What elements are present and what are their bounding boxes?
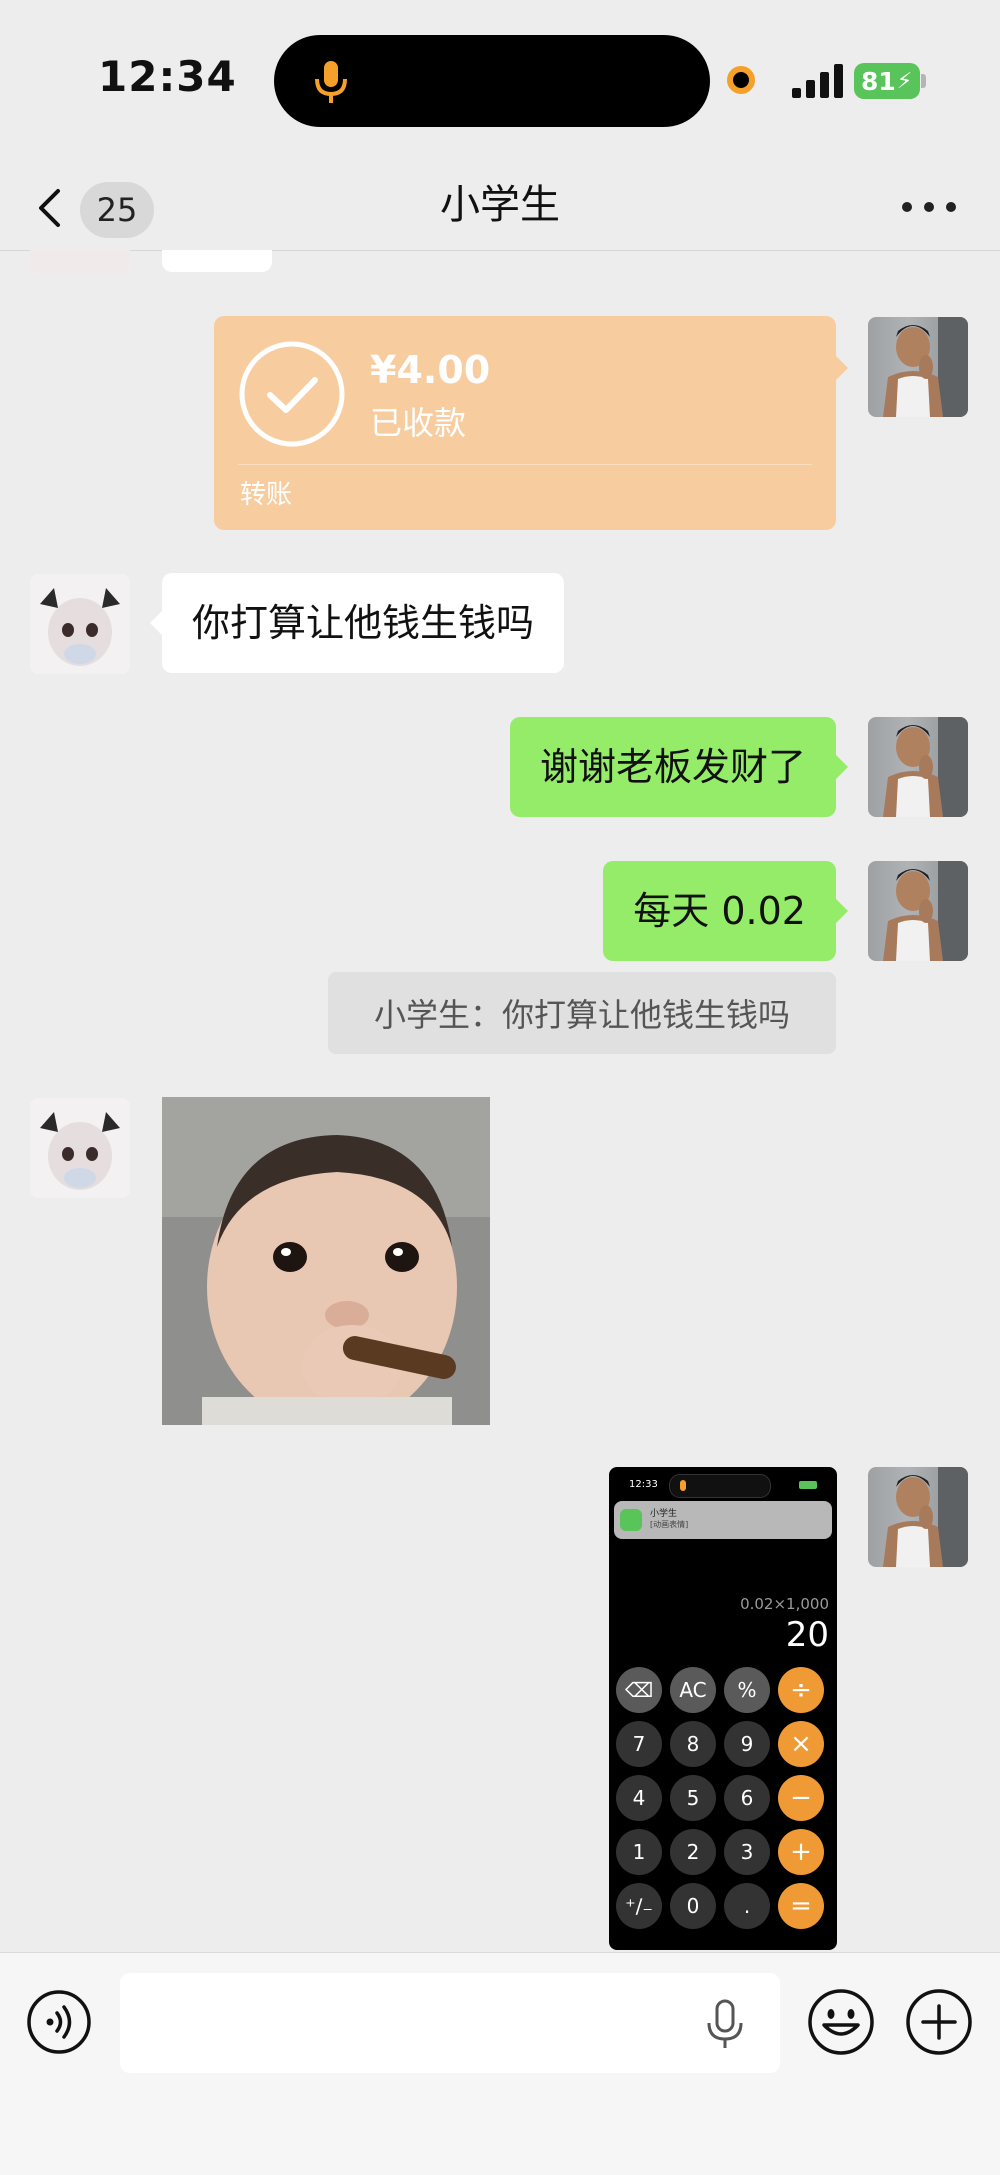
avatar-me[interactable] [868, 861, 968, 961]
calc-key: − [778, 1775, 824, 1821]
check-circle-icon [239, 341, 345, 447]
shot-notification-title: 小学生 [650, 1509, 678, 1519]
emoji-button[interactable] [806, 1987, 876, 2057]
calc-key: AC [670, 1667, 716, 1713]
avatar-other-partial [30, 250, 130, 274]
wechat-icon [620, 1509, 642, 1531]
back-button[interactable]: 25 [30, 180, 154, 238]
shot-notification-banner: 小学生 [动画表情] [614, 1501, 832, 1539]
transfer-label: 转账 [240, 480, 293, 510]
plus-circle-icon [906, 1989, 972, 2055]
microphone-icon [315, 61, 347, 103]
voice-wave-icon [27, 1990, 91, 2054]
calc-key: 0 [670, 1883, 716, 1929]
more-options-button[interactable] [900, 180, 960, 230]
message-text: 每天 0.02 [633, 889, 806, 933]
voice-mode-button[interactable] [26, 1989, 92, 2055]
person-photo-icon [883, 717, 968, 817]
shot-status-time: 12:33 [629, 1479, 658, 1490]
anime-girl-avatar-icon [30, 1098, 130, 1198]
calc-key: ⌫ [616, 1667, 662, 1713]
screenshot-image[interactable]: 12:33 小学生 [动画表情] 0.02×1,000 20 ⌫ AC% ÷ 7 8 9 ×… [609, 1467, 837, 1950]
dynamic-island [274, 35, 710, 127]
calc-key: × [778, 1721, 824, 1767]
calc-key: 4 [616, 1775, 662, 1821]
calc-key: . [724, 1883, 770, 1929]
more-functions-button[interactable] [904, 1987, 974, 2057]
chat-title: 小学生 [440, 182, 560, 228]
privacy-indicator-icon [727, 66, 755, 94]
calc-expression: 0.02×1,000 [740, 1595, 829, 1613]
message-text: 谢谢老板发财了 [539, 745, 806, 789]
transfer-amount: ¥4.00 [370, 348, 491, 392]
microphone-icon [680, 1480, 686, 1491]
calc-key: 8 [670, 1721, 716, 1767]
transfer-divider [238, 464, 812, 465]
message-text: 你打算让他钱生钱吗 [192, 601, 535, 645]
avatar-other[interactable] [30, 574, 130, 674]
smiley-icon [808, 1989, 874, 2055]
microphone-icon[interactable] [700, 1997, 750, 2051]
calc-key: 6 [724, 1775, 770, 1821]
charging-bolt-icon: ⚡ [896, 68, 913, 94]
cellular-signal-icon [792, 64, 843, 98]
shot-notification-body: [动画表情] [650, 1520, 689, 1529]
message-bubble-incoming[interactable]: 你打算让他钱生钱吗 [150, 573, 565, 673]
chat-header: 25 小学生 [0, 160, 1000, 251]
calc-key: 2 [670, 1829, 716, 1875]
input-bar [0, 1952, 1000, 2175]
avatar-other[interactable] [30, 1098, 130, 1198]
calc-key: ÷ [778, 1667, 824, 1713]
baby-cigar-sticker-icon [162, 1097, 490, 1425]
battery-tip [921, 74, 926, 88]
calc-key: + [778, 1829, 824, 1875]
unread-count-badge: 25 [80, 182, 154, 238]
avatar-me[interactable] [868, 317, 968, 417]
person-photo-icon [883, 861, 968, 961]
calc-key: ⁺∕₋ [616, 1883, 662, 1929]
quoted-message[interactable]: 小学生：你打算让他钱生钱吗 [328, 972, 836, 1054]
shot-battery-icon [799, 1481, 817, 1489]
transfer-status: 已收款 [370, 404, 467, 442]
calc-key: = [778, 1883, 824, 1929]
calc-key: 5 [670, 1775, 716, 1821]
message-bubble-outgoing[interactable]: 每天 0.02 [603, 861, 848, 961]
message-input[interactable] [120, 1973, 780, 2073]
more-dots-icon [902, 202, 912, 212]
battery-level: 81 [861, 66, 896, 96]
battery-icon: 81 ⚡ [854, 63, 920, 99]
person-photo-icon [883, 1467, 968, 1567]
anime-girl-avatar-icon [30, 574, 130, 674]
calc-key: 9 [724, 1721, 770, 1767]
calc-key: 3 [724, 1829, 770, 1875]
shot-dynamic-island [669, 1474, 771, 1498]
message-bubble-outgoing[interactable]: 谢谢老板发财了 [509, 717, 848, 817]
sticker-image[interactable] [162, 1097, 490, 1425]
avatar-me[interactable] [868, 1467, 968, 1567]
status-time: 12:34 [98, 52, 237, 101]
calc-key: 7 [616, 1721, 662, 1767]
calc-key: % [724, 1667, 770, 1713]
person-photo-icon [883, 317, 968, 417]
calc-result: 20 [785, 1615, 829, 1655]
status-bar: 12:34 81 ⚡ [0, 0, 1000, 160]
transfer-card[interactable]: ¥4.00 已收款 转账 [214, 316, 848, 530]
calc-key: 1 [616, 1829, 662, 1875]
message-bubble-partial [162, 250, 272, 272]
avatar-me[interactable] [868, 717, 968, 817]
chevron-left-icon [39, 189, 60, 227]
